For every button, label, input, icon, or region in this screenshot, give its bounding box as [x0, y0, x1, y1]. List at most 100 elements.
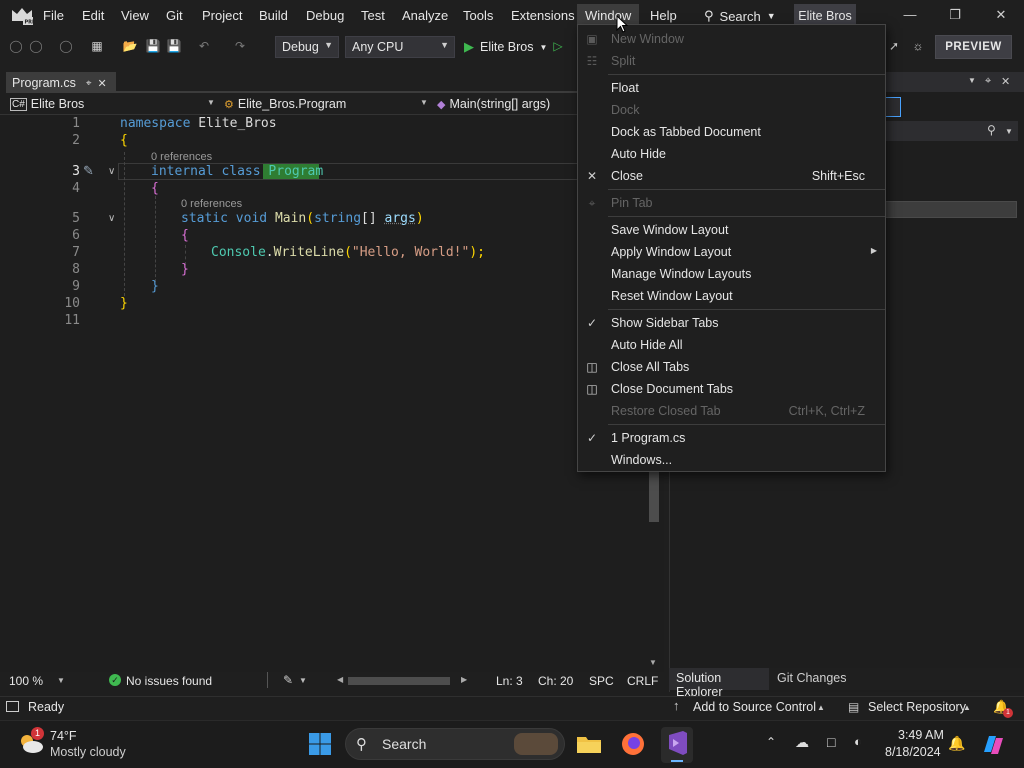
platform-dropdown[interactable]: Any CPU ▼ — [345, 36, 455, 58]
chevron-up-icon[interactable]: ⌃ — [766, 735, 776, 749]
menu-item-manage-window-layouts[interactable]: Manage Window Layouts — [578, 263, 885, 285]
firefox-icon[interactable] — [620, 731, 646, 757]
menu-item-float[interactable]: Float — [578, 77, 885, 99]
weather-description[interactable]: Mostly cloudy — [50, 745, 126, 759]
notification-bell-icon[interactable]: 🔔 — [948, 735, 965, 752]
issues-status[interactable]: No issues found — [126, 674, 212, 688]
redo-icon[interactable]: ↷ — [232, 38, 248, 54]
code-line-5[interactable]: static void Main(string[] args) — [181, 211, 424, 226]
panel-options-icon[interactable]: ▼ — [968, 76, 976, 85]
select-repository[interactable]: Select Repository — [868, 700, 966, 714]
taskbar-date[interactable]: 8/18/2024 — [885, 745, 941, 759]
scroll-right-icon[interactable]: ▶ — [461, 675, 467, 684]
menu-item-show-sidebar-tabs[interactable]: ✓ Show Sidebar Tabs — [578, 312, 885, 334]
menu-test[interactable]: Test — [361, 8, 385, 26]
menu-item-restore-closed-tab[interactable]: Restore Closed Tab Ctrl+K, Ctrl+Z — [578, 400, 885, 422]
configuration-dropdown[interactable]: Debug ▼ — [275, 36, 339, 58]
menu-item-close-document-tabs[interactable]: ◫ Close Document Tabs — [578, 378, 885, 400]
open-folder-icon[interactable]: 📂 — [122, 38, 138, 54]
menu-extensions[interactable]: Extensions — [511, 8, 575, 26]
menu-item-dock-as-tabbed[interactable]: Dock as Tabbed Document — [578, 121, 885, 143]
class-nav-dropdown[interactable]: ⚙ Elite_Bros.Program — [224, 96, 346, 112]
menu-item-split[interactable]: ☷ Split — [578, 50, 885, 72]
add-to-source-control[interactable]: Add to Source Control — [693, 700, 816, 714]
tree-row-selected[interactable] — [885, 201, 1017, 218]
scrollbar-thumb[interactable] — [649, 470, 659, 522]
new-project-icon[interactable]: ▦ — [89, 38, 105, 54]
menu-item-reset-window-layout[interactable]: Reset Window Layout — [578, 285, 885, 307]
menu-item-close-all-tabs[interactable]: ◫ Close All Tabs — [578, 356, 885, 378]
member-nav-dropdown[interactable]: ◆ Main(string[] args) — [437, 96, 550, 112]
tab-git-changes[interactable]: Git Changes — [777, 671, 846, 685]
line-indicator[interactable]: Ln: 3 — [496, 674, 523, 688]
menu-edit[interactable]: Edit — [82, 8, 104, 26]
tab-solution-explorer[interactable]: Solution Explorer — [669, 668, 769, 699]
taskbar-time[interactable]: 3:49 AM — [898, 728, 944, 742]
code-line-2[interactable]: { — [120, 133, 128, 148]
chevron-down-icon[interactable]: ▼ — [57, 676, 65, 685]
menu-project[interactable]: Project — [202, 8, 242, 26]
menu-item-pin-tab[interactable]: ⌖ Pin Tab — [578, 192, 885, 214]
search-button[interactable]: ⚲ Search ▼ — [704, 7, 776, 25]
home-icon[interactable]: ◯ — [58, 38, 74, 54]
collapse-icon[interactable]: ∨ — [108, 213, 115, 224]
start-without-debugging-icon[interactable]: ▷ — [550, 38, 566, 54]
tab-program-cs[interactable]: Program.cs ⌖ ✕ — [6, 72, 116, 92]
menu-item-save-window-layout[interactable]: Save Window Layout — [578, 219, 885, 241]
codelens-references[interactable]: 0 references — [151, 151, 212, 163]
line-ending-indicator[interactable]: CRLF — [627, 674, 658, 688]
whitespace-indicator[interactable]: SPC — [589, 674, 614, 688]
close-tab-icon[interactable]: ✕ — [98, 77, 107, 90]
navigate-forward-icon[interactable]: ◯ — [28, 38, 44, 54]
menu-debug[interactable]: Debug — [306, 8, 344, 26]
chevron-down-icon[interactable]: ▼ — [420, 98, 428, 107]
save-all-icon[interactable]: 💾 — [166, 38, 182, 54]
run-button[interactable]: ▶ Elite Bros ▼ — [464, 37, 547, 57]
visual-studio-taskbar-icon[interactable] — [661, 727, 693, 763]
code-line-10[interactable]: } — [120, 296, 128, 311]
menu-analyze[interactable]: Analyze — [402, 8, 448, 26]
pin-icon[interactable]: ⌖ — [985, 75, 991, 88]
project-nav-dropdown[interactable]: C# Elite Bros — [10, 96, 84, 112]
codelens-references[interactable]: 0 references — [181, 198, 242, 210]
menu-item-auto-hide-all[interactable]: Auto Hide All — [578, 334, 885, 356]
undo-icon[interactable]: ↶ — [196, 38, 212, 54]
menu-item-auto-hide[interactable]: Auto Hide — [578, 143, 885, 165]
output-icon[interactable] — [6, 701, 19, 712]
display-icon[interactable]: □ — [827, 734, 835, 750]
menu-view[interactable]: View — [121, 8, 149, 26]
horizontal-scrollbar-thumb[interactable] — [348, 677, 450, 685]
menu-item-close[interactable]: ✕ Close Shift+Esc — [578, 165, 885, 187]
quick-actions-brush-icon[interactable]: ✎ — [83, 163, 94, 179]
preview-button[interactable]: PREVIEW — [935, 35, 1012, 59]
zoom-level[interactable]: 100 % — [9, 674, 43, 688]
menu-item-dock[interactable]: Dock — [578, 99, 885, 121]
live-share-icon[interactable]: ➚ — [886, 38, 902, 54]
chevron-down-icon[interactable]: ▼ — [207, 98, 215, 107]
chevron-down-icon[interactable]: ▼ — [299, 676, 307, 685]
menu-build[interactable]: Build — [259, 8, 288, 26]
code-line-9[interactable]: } — [151, 279, 159, 294]
toolbar-button[interactable] — [885, 97, 901, 117]
chevron-up-icon[interactable]: ▲ — [817, 703, 825, 712]
windows-start-icon[interactable] — [308, 732, 332, 756]
menu-git[interactable]: Git — [166, 8, 183, 26]
collapse-icon[interactable]: ∨ — [108, 166, 115, 177]
menu-item-program-cs[interactable]: ✓ 1 Program.cs — [578, 427, 885, 449]
search-solution-input[interactable] — [885, 121, 1018, 141]
code-line-8[interactable]: } — [181, 262, 189, 277]
scroll-down-icon[interactable]: ▼ — [649, 658, 657, 667]
code-editor[interactable] — [0, 115, 664, 672]
scroll-left-icon[interactable]: ◀ — [337, 675, 343, 684]
code-line-4[interactable]: { — [151, 181, 159, 196]
file-explorer-icon[interactable] — [576, 733, 602, 755]
code-line-1[interactable]: namespace Elite_Bros — [120, 116, 277, 131]
chevron-down-icon[interactable]: ▼ — [1005, 127, 1013, 136]
copilot-icon[interactable] — [980, 732, 1006, 758]
pin-icon[interactable]: ⌖ — [86, 78, 92, 89]
onedrive-icon[interactable]: ☁ — [795, 734, 809, 751]
menu-item-windows[interactable]: Windows... — [578, 449, 885, 471]
feedback-icon[interactable]: ☼ — [910, 38, 926, 54]
column-indicator[interactable]: Ch: 20 — [538, 674, 573, 688]
menu-file[interactable]: File — [43, 8, 64, 26]
